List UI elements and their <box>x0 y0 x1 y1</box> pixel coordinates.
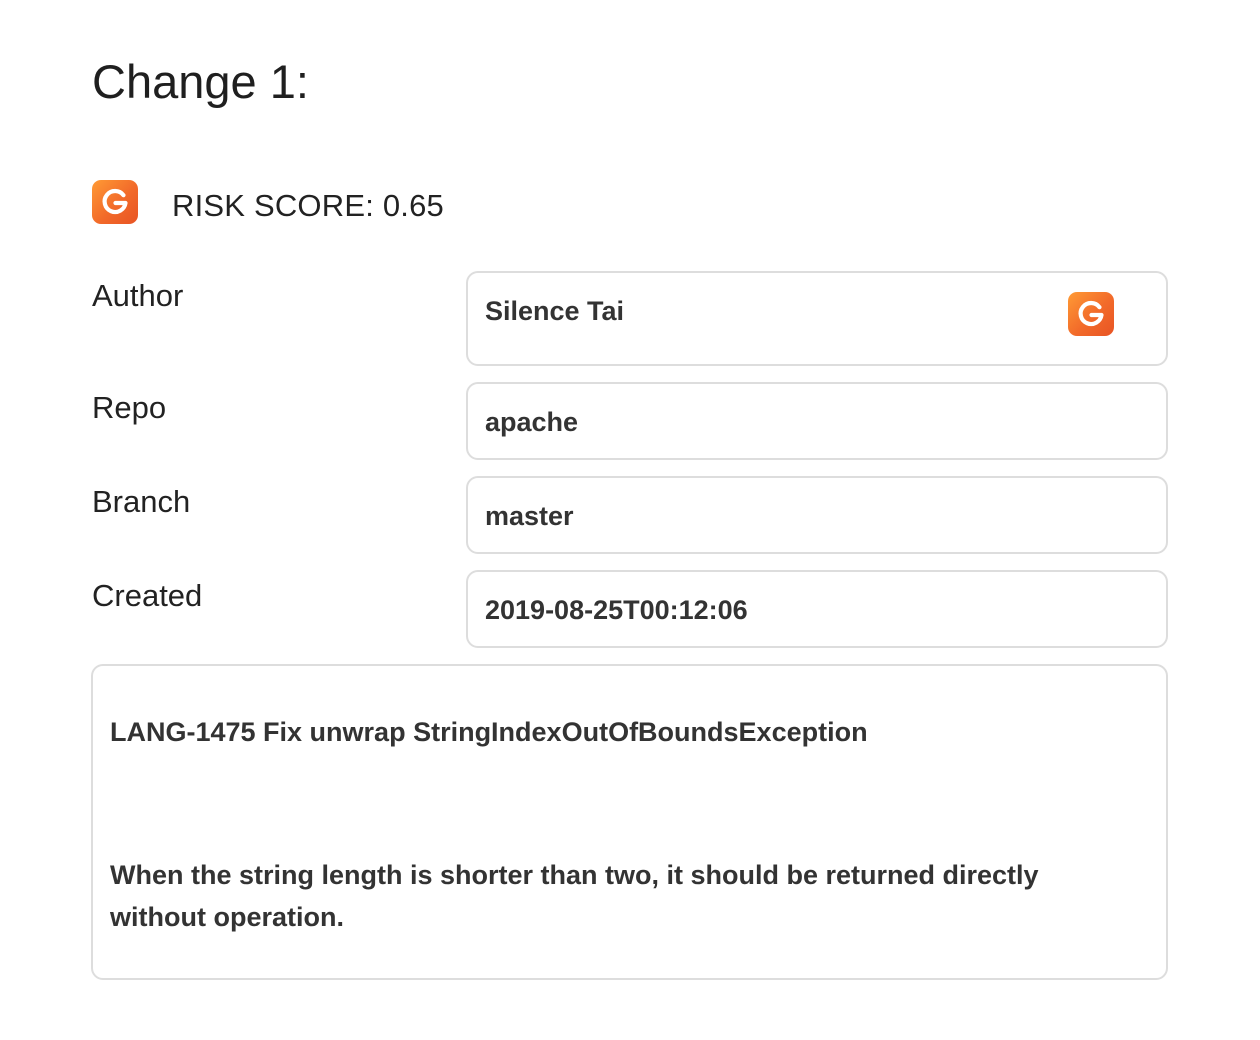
risk-score-label: RISK SCORE: 0.65 <box>172 188 444 223</box>
branch-field: master <box>466 476 1168 554</box>
repo-field: apache <box>466 382 1168 460</box>
g-logo-glyph <box>102 188 128 215</box>
created-value: 2019-08-25T00:12:06 <box>485 595 748 625</box>
branch-value: master <box>485 501 574 531</box>
g-logo-icon <box>92 180 138 224</box>
g-logo-glyph <box>1078 300 1104 327</box>
created-label: Created <box>92 578 203 613</box>
commit-message-box: LANG-1475 Fix unwrap StringIndexOutOfBou… <box>91 664 1168 980</box>
author-field: Silence Tai <box>466 271 1168 366</box>
branch-label: Branch <box>92 484 191 519</box>
author-label: Author <box>92 278 184 313</box>
repo-value: apache <box>485 407 579 437</box>
g-logo-icon[interactable] <box>1068 292 1114 336</box>
created-field: 2019-08-25T00:12:06 <box>466 570 1168 648</box>
repo-label: Repo <box>92 390 167 425</box>
author-value: Silence Tai <box>485 296 625 326</box>
page-title: Change 1: <box>92 55 309 108</box>
commit-body: When the string length is shorter than t… <box>110 860 1039 932</box>
commit-title: LANG-1475 Fix unwrap StringIndexOutOfBou… <box>110 717 868 747</box>
